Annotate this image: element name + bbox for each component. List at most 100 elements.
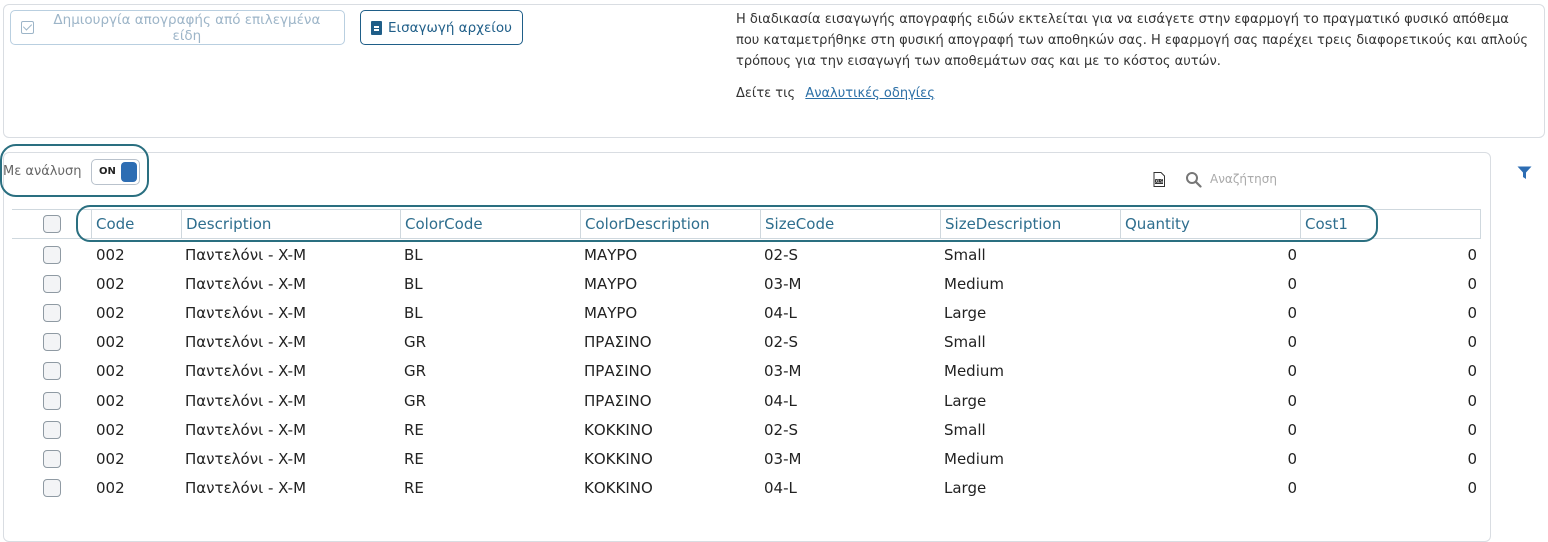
cell-colordescription: ΠΡΑΣΙΝΟ (584, 391, 652, 410)
instructions-link[interactable]: Αναλυτικές οδηγίες (805, 86, 935, 101)
cell-quantity: 0 (1287, 275, 1297, 294)
column-header-sizecode[interactable]: SizeCode (760, 209, 940, 239)
cell-colorcode: BL (404, 246, 423, 264)
column-header-colordescription[interactable]: ColorDescription (580, 209, 760, 239)
column-header-code[interactable]: Code (91, 209, 181, 239)
cell-colordescription: ΚΟΚΚΙΝΟ (584, 420, 653, 439)
cell-cost1: 0 (1467, 304, 1477, 323)
cell-sizecode: 02-S (764, 246, 799, 264)
cell-quantity: 0 (1287, 478, 1297, 497)
row-checkbox[interactable] (43, 362, 61, 381)
row-checkbox[interactable] (43, 246, 61, 264)
cell-sizecode: 03-M (764, 275, 802, 294)
cell-description: Παντελόνι - X-M (185, 246, 307, 264)
row-checkbox[interactable] (43, 478, 61, 497)
cell-colorcode: BL (404, 275, 423, 294)
cell-sizedescription: Small (944, 246, 986, 264)
cell-sizecode: 03-M (764, 449, 802, 468)
info-description: Η διαδικασία εισαγωγής απογραφής ειδών ε… (736, 12, 1529, 69)
row-checkbox[interactable] (43, 304, 61, 323)
row-checkbox[interactable] (43, 333, 61, 352)
column-header-description[interactable]: Description (181, 209, 400, 239)
cell-sizedescription: Small (944, 333, 986, 352)
create-inventory-button[interactable]: Δημιουργία απογραφής από επιλεγμένα είδη (10, 10, 345, 45)
cell-quantity: 0 (1287, 420, 1297, 439)
cell-description: Παντελόνι - X-M (185, 478, 307, 497)
import-file-label: Εισαγωγή αρχείου (388, 19, 512, 36)
column-header-quantity[interactable]: Quantity (1120, 209, 1300, 239)
cell-sizecode: 04-L (764, 478, 797, 497)
cell-quantity: 0 (1287, 391, 1297, 410)
cell-cost1: 0 (1467, 420, 1477, 439)
column-header-sizedescription[interactable]: SizeDescription (940, 209, 1120, 239)
cell-sizedescription: Medium (944, 275, 1004, 294)
column-header-cost1[interactable]: Cost1 (1300, 209, 1481, 239)
cell-cost1: 0 (1467, 391, 1477, 410)
row-checkbox[interactable] (43, 275, 61, 294)
cell-description: Παντελόνι - X-M (185, 333, 307, 352)
cell-colordescription: ΜΑΥΡΟ (584, 246, 638, 264)
cell-colorcode: RE (404, 449, 424, 468)
cell-quantity: 0 (1287, 449, 1297, 468)
cell-colordescription: ΠΡΑΣΙΝΟ (584, 333, 652, 352)
cell-colorcode: RE (404, 478, 424, 497)
cell-sizedescription: Large (944, 391, 987, 410)
cell-colorcode: BL (404, 304, 423, 323)
excel-icon[interactable]: XLS (1153, 172, 1165, 187)
cell-colordescription: ΠΡΑΣΙΝΟ (584, 362, 652, 381)
cell-cost1: 0 (1467, 478, 1477, 497)
row-checkbox[interactable] (43, 420, 61, 439)
import-file-button[interactable]: Εισαγωγή αρχείου (360, 10, 523, 45)
cell-colordescription: ΜΑΥΡΟ (584, 275, 638, 294)
toggle-state-text: ON (99, 166, 116, 177)
create-inventory-label: Δημιουργία απογραφής από επιλεγμένα είδη (53, 11, 321, 44)
cell-cost1: 0 (1467, 333, 1477, 352)
info-link-row: Δείτε τις Αναλυτικές οδηγίες (736, 86, 935, 101)
cell-sizedescription: Large (944, 478, 987, 497)
cell-description: Παντελόνι - X-M (185, 362, 307, 381)
cell-colordescription: ΜΑΥΡΟ (584, 304, 638, 323)
cell-description: Παντελόνι - X-M (185, 391, 307, 410)
cell-description: Παντελόνι - X-M (185, 420, 307, 439)
cell-sizedescription: Large (944, 304, 987, 323)
search-icon[interactable] (1185, 171, 1202, 188)
analysis-toggle[interactable]: ON (91, 159, 140, 185)
cell-quantity: 0 (1287, 246, 1297, 264)
cell-code: 002 (96, 449, 125, 468)
cell-colorcode: RE (404, 420, 424, 439)
cell-code: 002 (96, 246, 125, 264)
cell-sizecode: 04-L (764, 304, 797, 323)
column-header-colorcode[interactable]: ColorCode (400, 209, 580, 239)
cell-cost1: 0 (1467, 246, 1477, 264)
toggle-knob (121, 162, 137, 182)
cell-sizedescription: Medium (944, 449, 1004, 468)
select-all-checkbox[interactable] (43, 215, 61, 233)
analysis-toggle-label: Με ανάλυση (3, 164, 82, 179)
cell-code: 002 (96, 420, 125, 439)
cell-code: 002 (96, 391, 125, 410)
cell-sizecode: 04-L (764, 391, 797, 410)
check-square-icon (21, 21, 34, 34)
cell-sizedescription: Medium (944, 362, 1004, 381)
row-checkbox[interactable] (43, 391, 61, 410)
cell-code: 002 (96, 362, 125, 381)
cell-description: Παντελόνι - X-M (185, 449, 307, 468)
row-checkbox[interactable] (43, 449, 61, 468)
info-link-prefix: Δείτε τις (736, 86, 796, 101)
cell-quantity: 0 (1287, 304, 1297, 323)
cell-colorcode: GR (404, 391, 427, 410)
svg-text:XLS: XLS (1155, 179, 1163, 184)
cell-cost1: 0 (1467, 362, 1477, 381)
cell-sizedescription: Small (944, 420, 986, 439)
cell-quantity: 0 (1287, 362, 1297, 381)
cell-sizecode: 02-S (764, 333, 799, 352)
cell-colordescription: ΚΟΚΚΙΝΟ (584, 449, 653, 468)
cell-colordescription: ΚΟΚΚΙΝΟ (584, 478, 653, 497)
cell-quantity: 0 (1287, 333, 1297, 352)
search-input[interactable] (1210, 168, 1390, 190)
filter-icon[interactable] (1517, 166, 1532, 180)
cell-code: 002 (96, 304, 125, 323)
cell-cost1: 0 (1467, 449, 1477, 468)
cell-cost1: 0 (1467, 275, 1477, 294)
cell-code: 002 (96, 478, 125, 497)
